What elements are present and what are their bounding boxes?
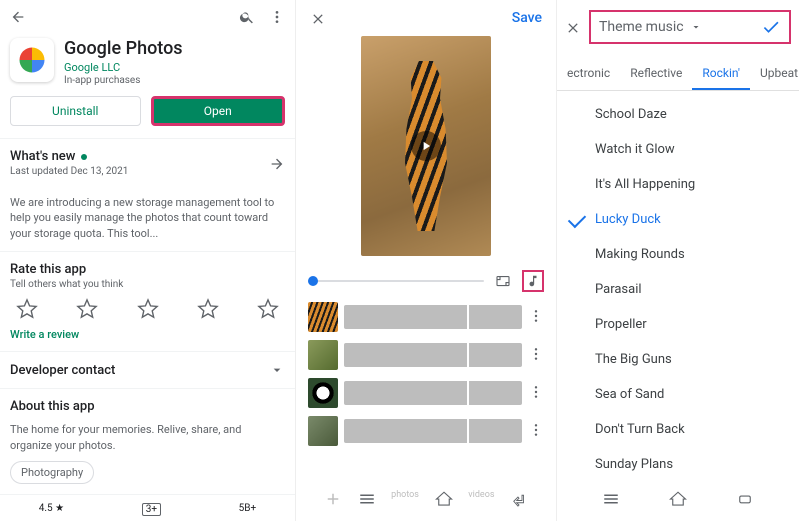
open-button[interactable]: Open: [151, 96, 286, 126]
add-icon[interactable]: [324, 490, 342, 511]
star-4-icon[interactable]: [197, 298, 219, 320]
play-icon[interactable]: [411, 131, 441, 161]
app-title: Google Photos: [64, 38, 183, 59]
music-item[interactable]: Sunday Plans: [557, 447, 799, 482]
menu-icon[interactable]: [602, 490, 620, 511]
play-store-pane: Google Photos Google LLC In-app purchase…: [0, 0, 296, 521]
home-icon[interactable]: [669, 490, 687, 511]
editor-bottom-bar: photos videos: [296, 484, 556, 517]
timeline-slider[interactable]: [308, 280, 484, 282]
close-icon[interactable]: [565, 19, 581, 35]
about-desc: The home for your memories. Relive, shar…: [10, 422, 285, 453]
clip-list: [296, 298, 556, 458]
clip-thumb: [308, 378, 338, 408]
rate-sub: Tell others what you think: [10, 279, 285, 290]
rate-section: Rate this app Tell others what you think…: [0, 251, 295, 351]
clip-thumb: [308, 302, 338, 332]
purchase-note: In-app purchases: [64, 75, 183, 86]
dev-contact-title: Developer contact: [10, 363, 115, 378]
back-nav-icon[interactable]: [736, 490, 754, 511]
app-publisher[interactable]: Google LLC: [64, 61, 183, 74]
menu-icon[interactable]: [358, 490, 376, 511]
uninstall-button[interactable]: Uninstall: [10, 96, 141, 126]
home-icon[interactable]: [435, 490, 453, 511]
clip-thumb: [308, 340, 338, 370]
clip-track[interactable]: [344, 343, 522, 367]
about-title: About this app: [10, 399, 285, 414]
downloads-stat: 5B+: [239, 503, 257, 516]
theme-music-dropdown[interactable]: Theme music: [589, 10, 791, 44]
category-chip[interactable]: Photography: [10, 461, 94, 484]
star-2-icon[interactable]: [76, 298, 98, 320]
video-preview[interactable]: [361, 36, 491, 256]
clip-row[interactable]: [308, 340, 544, 370]
aspect-ratio-icon[interactable]: [492, 270, 514, 292]
search-icon[interactable]: [239, 8, 255, 24]
more-icon[interactable]: [269, 8, 285, 24]
whats-new-title: What's new: [10, 149, 75, 164]
music-item[interactable]: Don't Turn Back: [557, 412, 799, 447]
rate-title: Rate this app: [10, 262, 285, 277]
clip-more-icon[interactable]: [528, 308, 544, 327]
close-icon[interactable]: [310, 10, 326, 26]
music-item[interactable]: Making Rounds: [557, 237, 799, 272]
back-nav-icon[interactable]: [510, 490, 528, 511]
star-3-icon[interactable]: [137, 298, 159, 320]
bottom-label2: videos: [468, 490, 494, 511]
clip-row[interactable]: [308, 302, 544, 332]
write-review-link[interactable]: Write a review: [10, 328, 285, 341]
caret-down-icon: [690, 21, 702, 33]
music-list: School DazeWatch it GlowIt's All Happeni…: [557, 91, 799, 488]
about-section: About this app The home for your memorie…: [0, 388, 295, 494]
music-item[interactable]: Watch it Glow: [557, 132, 799, 167]
app-icon: [10, 38, 54, 82]
theme-music-pane: Theme music ectronicReflectiveRockin'Upb…: [557, 0, 799, 521]
music-tab[interactable]: ectronic: [557, 58, 620, 90]
music-item[interactable]: Propeller: [557, 307, 799, 342]
movie-editor-pane: Save photos videos: [296, 0, 557, 521]
clip-track[interactable]: [344, 305, 522, 329]
music-tab[interactable]: Rockin': [692, 58, 750, 90]
clip-thumb: [308, 416, 338, 446]
confirm-check-icon[interactable]: [761, 17, 781, 37]
clip-track[interactable]: [344, 419, 522, 443]
save-button[interactable]: Save: [512, 10, 542, 26]
system-nav-bar: [557, 484, 799, 517]
clip-row[interactable]: [308, 378, 544, 408]
chevron-down-icon[interactable]: [269, 362, 285, 378]
music-icon[interactable]: [522, 270, 544, 292]
dev-contact-row[interactable]: Developer contact: [0, 351, 295, 388]
arrow-right-icon[interactable]: [269, 155, 285, 171]
whats-new-desc: We are introducing a new storage managem…: [0, 195, 295, 251]
clip-row[interactable]: [308, 416, 544, 446]
app-header: Google Photos Google LLC In-app purchase…: [0, 32, 295, 96]
star-5-icon[interactable]: [257, 298, 279, 320]
back-icon[interactable]: [10, 8, 26, 24]
clip-track[interactable]: [344, 381, 522, 405]
clip-more-icon[interactable]: [528, 346, 544, 365]
music-item[interactable]: The Big Guns: [557, 342, 799, 377]
music-item[interactable]: Sea of Sand: [557, 377, 799, 412]
music-tab[interactable]: Upbeat: [750, 58, 799, 90]
music-item[interactable]: It's All Happening: [557, 167, 799, 202]
rating-stat: 4.5 ★: [39, 503, 64, 516]
clip-more-icon[interactable]: [528, 422, 544, 441]
star-1-icon[interactable]: [16, 298, 38, 320]
dropdown-label: Theme music: [599, 19, 684, 35]
music-item[interactable]: Lucky Duck: [557, 202, 799, 237]
music-tabs: ectronicReflectiveRockin'Upbeat: [557, 58, 799, 91]
whats-new-section[interactable]: What's new Last updated Dec 13, 2021: [0, 138, 295, 187]
top-bar: [0, 0, 295, 32]
bottom-label: photos: [391, 490, 419, 511]
stats-row: 4.5 ★ 3+ 5B+: [0, 494, 295, 521]
music-item[interactable]: Parasail: [557, 272, 799, 307]
new-indicator-icon: [81, 154, 87, 160]
age-stat: 3+: [142, 503, 161, 516]
whats-new-date: Last updated Dec 13, 2021: [10, 166, 128, 177]
clip-more-icon[interactable]: [528, 384, 544, 403]
music-tab[interactable]: Reflective: [620, 58, 692, 90]
music-item[interactable]: School Daze: [557, 97, 799, 132]
